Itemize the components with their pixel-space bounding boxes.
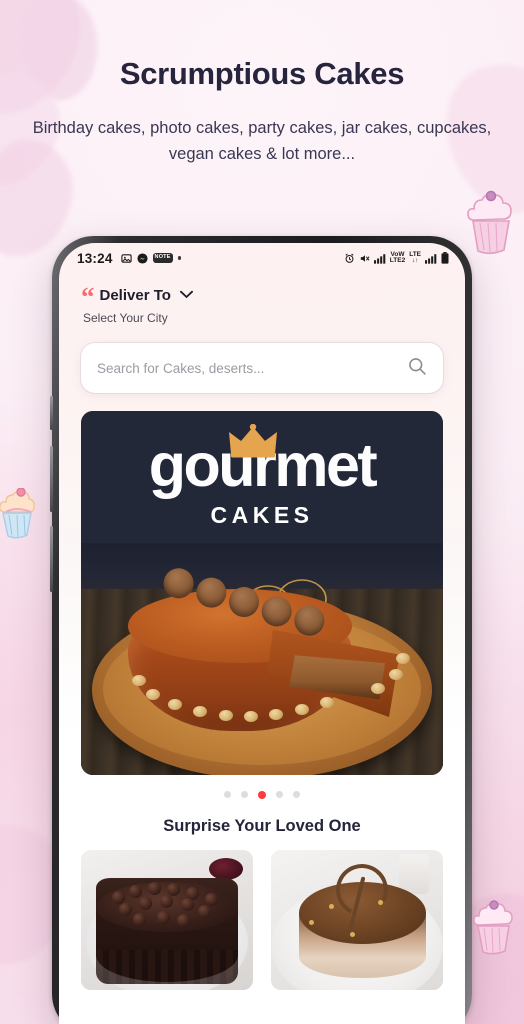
status-bar: 13:24 NOTE VoW LTE2 LTE ↓↑ [59,243,465,273]
banner-cake-photo [81,543,443,776]
alarm-icon [344,253,355,264]
cupcake-icon [473,900,513,955]
carousel-dot[interactable] [224,791,231,799]
banner-brand-block: gourmet CAKES [81,424,443,529]
cupcake-icon [467,190,512,255]
page-subtitle: Birthday cakes, photo cakes, party cakes… [32,119,492,163]
page-heading-block: Scrumptious Cakes Birthday cakes, photo … [0,56,524,167]
phone-screen: 13:24 NOTE VoW LTE2 LTE ↓↑ “ Deliver To … [59,243,465,1024]
search-section: Search for Cakes, deserts... [59,325,465,394]
product-card[interactable] [81,850,253,991]
carousel-dot-active[interactable] [258,791,266,800]
banner-carousel[interactable]: gourmet CAKES [59,393,465,776]
app-icon: NOTE [152,253,173,263]
carousel-dots[interactable] [59,775,465,800]
notification-dot-icon [177,256,182,260]
search-placeholder: Search for Cakes, deserts... [97,360,265,376]
cupcake-icon [0,488,35,539]
app-content: “ Deliver To Select Your City Search for… [59,273,465,1024]
carousel-dot[interactable] [293,791,300,799]
quote-mark-icon: “ [81,282,94,312]
phone-button-volume-down[interactable] [50,526,53,592]
page-title: Scrumptious Cakes [119,56,405,91]
product-card[interactable] [271,850,443,991]
gallery-icon [120,253,132,264]
search-icon[interactable] [407,356,427,381]
banner-slide[interactable]: gourmet CAKES [81,411,443,776]
deliver-to-selector[interactable]: “ Deliver To [81,282,443,312]
carousel-dot[interactable] [276,791,283,799]
lte-icon: LTE ↓↑ [409,250,421,264]
volte-icon: VoW LTE2 [389,250,406,264]
signal-bars-icon [373,253,386,264]
banner-brand-subtitle: CAKES [210,502,314,529]
section-title: Surprise Your Loved One [163,817,361,836]
status-bar-clock: 13:24 [77,250,113,266]
select-city-label[interactable]: Select Your City [83,311,443,325]
signal-bars-icon [425,253,437,264]
search-input[interactable]: Search for Cakes, deserts... [81,343,443,394]
deliver-to-label: Deliver To [99,286,171,304]
status-bar-left: 13:24 NOTE [77,250,182,266]
app-header: “ Deliver To Select Your City [59,273,465,325]
messenger-icon [136,252,148,264]
battery-icon [441,252,449,264]
product-card-list [59,836,465,991]
chevron-down-icon[interactable] [179,286,193,304]
phone-mockup: 13:24 NOTE VoW LTE2 LTE ↓↑ “ Deliver To … [50,236,472,1024]
phone-button-volume-up[interactable] [50,446,53,512]
mute-icon [359,253,370,264]
phone-button-silent[interactable] [50,396,53,430]
crown-icon [229,424,278,458]
carousel-dot[interactable] [241,791,248,799]
status-bar-right: VoW LTE2 LTE ↓↑ [344,250,449,264]
